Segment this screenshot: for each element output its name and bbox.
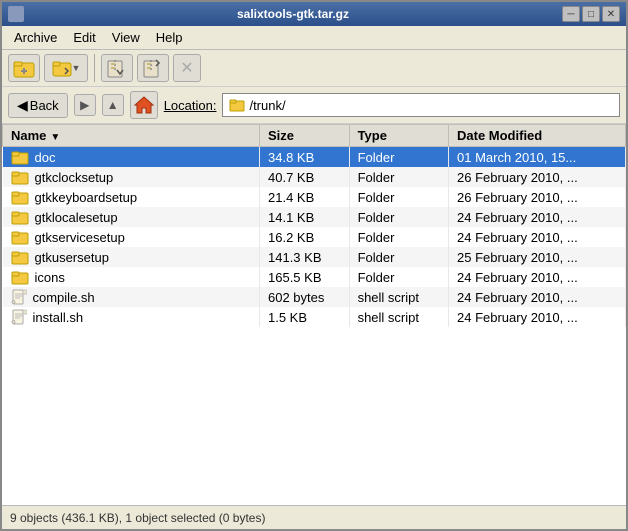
forward-button[interactable]: ▶ (74, 94, 96, 116)
close-button[interactable]: ✕ (602, 6, 620, 22)
window-title: salixtools-gtk.tar.gz (24, 7, 562, 21)
menu-item-archive[interactable]: Archive (6, 28, 65, 47)
cell-type: shell script (349, 307, 448, 327)
cell-name: doc (3, 147, 260, 168)
cell-type: Folder (349, 147, 448, 168)
script-icon (11, 309, 27, 325)
cell-name: gtkusersetup (3, 247, 260, 267)
cell-type: Folder (349, 167, 448, 187)
toolbar-separator-1 (94, 54, 95, 82)
cell-date: 26 February 2010, ... (449, 187, 626, 207)
folder-icon (11, 209, 29, 225)
cell-name: compile.sh (3, 287, 260, 307)
cell-size: 34.8 KB (260, 147, 350, 168)
cell-name: install.sh (3, 307, 260, 327)
cell-type: shell script (349, 287, 448, 307)
cell-size: 1.5 KB (260, 307, 350, 327)
folder-icon (11, 189, 29, 205)
file-name: gtkusersetup (35, 250, 109, 265)
main-window: salixtools-gtk.tar.gz ─ □ ✕ ArchiveEditV… (0, 0, 628, 531)
table-row[interactable]: gtkclocksetup 40.7 KBFolder26 February 20… (3, 167, 626, 187)
cell-name: gtkclocksetup (3, 167, 260, 187)
cell-date: 24 February 2010, ... (449, 287, 626, 307)
cell-date: 24 February 2010, ... (449, 267, 626, 287)
cell-size: 21.4 KB (260, 187, 350, 207)
folder-icon (11, 229, 29, 245)
file-table: Name▼ Size Type Date Modified doc 34.8 KB… (2, 124, 626, 327)
file-name: doc (35, 150, 56, 165)
cell-date: 01 March 2010, 15... (449, 147, 626, 168)
col-header-type[interactable]: Type (349, 125, 448, 147)
add-button[interactable] (137, 54, 169, 82)
cell-name: gtkservicesetup (3, 227, 260, 247)
new-folder-button[interactable] (8, 54, 40, 82)
col-header-date[interactable]: Date Modified (449, 125, 626, 147)
cell-size: 14.1 KB (260, 207, 350, 227)
location-bar[interactable]: /trunk/ (222, 93, 620, 117)
file-name: gtkkeyboardsetup (35, 190, 138, 205)
cell-type: Folder (349, 207, 448, 227)
menu-item-edit[interactable]: Edit (65, 28, 103, 47)
folder-icon (11, 249, 29, 265)
open-button[interactable]: ▼ (44, 54, 88, 82)
script-icon (11, 289, 27, 305)
cell-name: gtklocalesetup (3, 207, 260, 227)
file-name: install.sh (33, 310, 84, 325)
cell-date: 24 February 2010, ... (449, 207, 626, 227)
cell-type: Folder (349, 247, 448, 267)
cell-type: Folder (349, 227, 448, 247)
cell-name: icons (3, 267, 260, 287)
title-bar: salixtools-gtk.tar.gz ─ □ ✕ (2, 2, 626, 26)
up-button[interactable]: ▲ (102, 94, 124, 116)
file-list-scroll[interactable]: Name▼ Size Type Date Modified doc 34.8 KB… (2, 124, 626, 505)
maximize-button[interactable]: □ (582, 6, 600, 22)
home-button[interactable] (130, 91, 158, 119)
folder-icon (11, 169, 29, 185)
cell-date: 24 February 2010, ... (449, 307, 626, 327)
menu-bar: ArchiveEditViewHelp (2, 26, 626, 50)
folder-icon (11, 149, 29, 165)
cell-size: 141.3 KB (260, 247, 350, 267)
location-label: Location: (164, 98, 217, 113)
table-row[interactable]: gtkkeyboardsetup 21.4 KBFolder26 February… (3, 187, 626, 207)
cell-type: Folder (349, 187, 448, 207)
status-text: 9 objects (436.1 KB), 1 object selected … (10, 511, 265, 525)
menu-item-view[interactable]: View (104, 28, 148, 47)
folder-icon (11, 269, 29, 285)
cell-size: 602 bytes (260, 287, 350, 307)
cell-date: 25 February 2010, ... (449, 247, 626, 267)
file-name: compile.sh (33, 290, 95, 305)
table-row[interactable]: gtklocalesetup 14.1 KBFolder24 February 2… (3, 207, 626, 227)
window-controls: ─ □ ✕ (562, 6, 620, 22)
cell-date: 24 February 2010, ... (449, 227, 626, 247)
file-name: gtkclocksetup (35, 170, 114, 185)
table-row[interactable]: icons 165.5 KBFolder24 February 2010, ... (3, 267, 626, 287)
table-row[interactable]: compile.sh 602 bytesshell script24 Februa… (3, 287, 626, 307)
file-list-container: Name▼ Size Type Date Modified doc 34.8 KB… (2, 124, 626, 505)
cell-date: 26 February 2010, ... (449, 167, 626, 187)
table-row[interactable]: doc 34.8 KBFolder01 March 2010, 15... (3, 147, 626, 168)
cell-size: 40.7 KB (260, 167, 350, 187)
cell-name: gtkkeyboardsetup (3, 187, 260, 207)
col-header-size[interactable]: Size (260, 125, 350, 147)
nav-bar: ◀ Back ▶ ▲ Location: /trunk/ (2, 87, 626, 124)
file-name: icons (35, 270, 65, 285)
minimize-button[interactable]: ─ (562, 6, 580, 22)
table-row[interactable]: gtkservicesetup 16.2 KBFolder24 February … (3, 227, 626, 247)
file-name: gtklocalesetup (35, 210, 118, 225)
table-row[interactable]: install.sh 1.5 KBshell script24 February … (3, 307, 626, 327)
back-button[interactable]: ◀ Back (8, 93, 68, 118)
menu-item-help[interactable]: Help (148, 28, 191, 47)
cell-size: 165.5 KB (260, 267, 350, 287)
col-header-name[interactable]: Name▼ (3, 125, 260, 147)
table-row[interactable]: gtkusersetup 141.3 KBFolder25 February 20… (3, 247, 626, 267)
window-icon (8, 6, 24, 22)
cell-type: Folder (349, 267, 448, 287)
cell-size: 16.2 KB (260, 227, 350, 247)
status-bar: 9 objects (436.1 KB), 1 object selected … (2, 505, 626, 529)
toolbar: ▼ ✕ (2, 50, 626, 87)
extract-button[interactable] (101, 54, 133, 82)
file-name: gtkservicesetup (35, 230, 125, 245)
stop-button[interactable]: ✕ (173, 54, 201, 82)
